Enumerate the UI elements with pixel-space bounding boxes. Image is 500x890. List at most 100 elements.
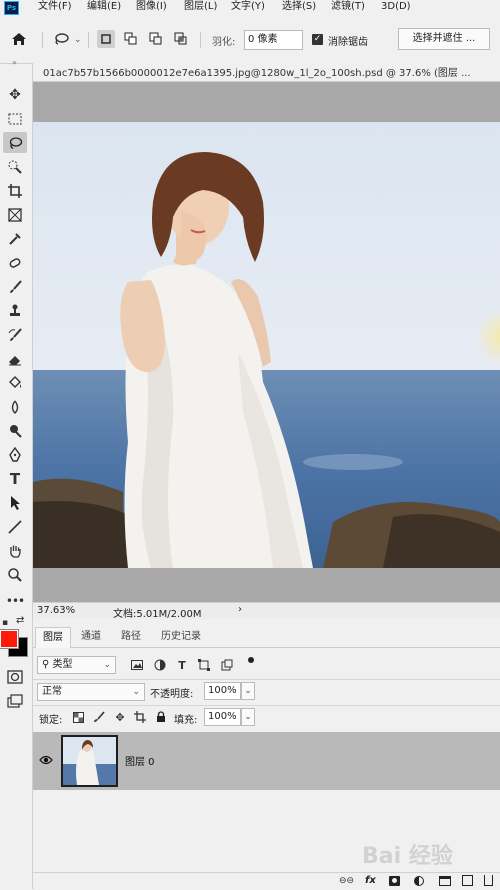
options-bar: ⌄ 羽化: 0 像素 ✓ 消除锯齿 选择并遮住 ... (0, 16, 500, 64)
type-tool-icon[interactable]: T (3, 468, 27, 489)
layer-name[interactable]: 图层 0 (125, 753, 155, 768)
paint-bucket-tool-icon[interactable] (3, 372, 27, 393)
opacity-label: 不透明度: (150, 689, 194, 700)
blur-tool-icon[interactable] (3, 396, 27, 417)
history-brush-tool-icon[interactable] (3, 324, 27, 345)
layer-row[interactable]: 图层 0 (33, 732, 500, 790)
home-icon[interactable] (10, 30, 28, 48)
foreground-color-swatch[interactable] (0, 629, 19, 649)
filter-smart-objects-icon[interactable] (220, 658, 234, 672)
new-selection-icon[interactable] (97, 30, 115, 48)
new-group-icon[interactable] (439, 876, 451, 886)
fill-input[interactable]: 100% (204, 708, 241, 726)
feather-label: 羽化: (212, 37, 236, 48)
baidu-jingyan-watermark: Bai 经验 (362, 844, 453, 869)
menu-image[interactable]: 图像(I) (136, 0, 167, 14)
screen-mode-icon[interactable] (3, 690, 27, 711)
filter-type-layers-icon[interactable]: T (175, 658, 189, 672)
layer-thumbnail[interactable] (61, 735, 118, 787)
menu-type[interactable]: 文字(Y) (231, 0, 265, 14)
hand-tool-icon[interactable] (3, 540, 27, 561)
subtract-from-selection-icon[interactable] (147, 30, 165, 48)
new-layer-icon[interactable] (462, 875, 473, 886)
frame-tool-icon[interactable] (3, 204, 27, 225)
zoom-tool-icon[interactable] (3, 564, 27, 585)
divider (33, 679, 500, 680)
more-tools-icon[interactable]: ••• (3, 590, 27, 611)
lock-artboard-icon[interactable] (133, 710, 147, 724)
default-colors-icon[interactable]: ▪ (2, 618, 8, 628)
tab-layers[interactable]: 图层 (35, 627, 71, 648)
zoom-level[interactable]: 37.63% (37, 605, 75, 616)
canvas-area[interactable] (33, 82, 500, 602)
opacity-slider-toggle[interactable]: ⌄ (241, 682, 255, 700)
quick-mask-icon[interactable] (3, 666, 27, 687)
preset-dropdown-arrow-icon[interactable]: ⌄ (74, 35, 82, 45)
tab-channels[interactable]: 通道 (74, 627, 108, 647)
document-tab[interactable]: 01ac7b57b1566b0000012e7e6a1395.jpg@1280w… (43, 64, 498, 79)
status-menu-arrow-icon[interactable]: › (238, 604, 242, 615)
link-layers-icon[interactable]: ⊖⊖ (339, 876, 354, 886)
dodge-tool-icon[interactable] (3, 420, 27, 441)
line-tool-icon[interactable] (3, 516, 27, 537)
delete-layer-icon[interactable] (484, 875, 493, 886)
lock-label: 锁定: (39, 715, 63, 726)
search-icon: ⚲ (42, 659, 50, 670)
menu-select[interactable]: 选择(S) (282, 0, 316, 14)
divider (33, 705, 500, 706)
fill-slider-toggle[interactable]: ⌄ (241, 708, 255, 726)
blend-mode-value: 正常 (42, 686, 62, 697)
menu-bar: Ps 文件(F) 编辑(E) 图像(I) 图层(L) 文字(Y) 选择(S) 滤… (0, 0, 500, 16)
quick-selection-tool-icon[interactable] (3, 156, 27, 177)
brush-tool-icon[interactable] (3, 276, 27, 297)
lock-position-icon[interactable]: ✥ (113, 710, 127, 724)
pen-tool-icon[interactable] (3, 444, 27, 465)
clone-stamp-tool-icon[interactable] (3, 300, 27, 321)
path-selection-tool-icon[interactable] (3, 492, 27, 513)
document-size-info: 文档:5.01M/2.00M (113, 609, 202, 620)
antialias-checkbox[interactable]: ✓ (312, 34, 323, 45)
filter-pixel-layers-icon[interactable] (130, 658, 144, 672)
layer-filter-label: 类型 (52, 659, 73, 670)
lock-transparent-pixels-icon[interactable] (71, 710, 85, 724)
lasso-tool-icon[interactable] (3, 132, 27, 153)
feather-input[interactable]: 0 像素 (244, 30, 303, 50)
tab-history[interactable]: 历史记录 (154, 627, 208, 647)
healing-brush-tool-icon[interactable] (3, 252, 27, 273)
menu-3d[interactable]: 3D(D) (381, 0, 411, 14)
filter-shape-layers-icon[interactable] (197, 658, 211, 672)
opacity-input[interactable]: 100% (204, 682, 241, 700)
eraser-tool-icon[interactable] (3, 348, 27, 369)
divider (33, 647, 500, 648)
menu-layer[interactable]: 图层(L) (184, 0, 217, 14)
eyedropper-tool-icon[interactable] (3, 228, 27, 249)
marquee-tool-icon[interactable] (3, 108, 27, 129)
document-image[interactable] (33, 122, 500, 568)
menu-edit[interactable]: 编辑(E) (87, 0, 121, 14)
layer-style-fx-icon[interactable]: fx (365, 875, 376, 886)
filter-adjustment-layers-icon[interactable] (153, 658, 167, 672)
tab-paths[interactable]: 路径 (114, 627, 148, 647)
fill-label: 填充: (174, 715, 198, 726)
chevron-down-icon: ⌄ (244, 686, 252, 696)
filter-toggle-icon[interactable] (248, 657, 254, 663)
menu-file[interactable]: 文件(F) (38, 0, 72, 14)
adjustment-layer-icon[interactable] (414, 876, 424, 886)
intersect-selection-icon[interactable] (172, 30, 190, 48)
add-to-selection-icon[interactable] (122, 30, 140, 48)
lock-image-pixels-icon[interactable] (92, 710, 106, 724)
layer-filter-dropdown[interactable]: ⚲ 类型 ⌄ (37, 656, 116, 674)
move-tool-icon[interactable]: ✥ (3, 84, 27, 105)
select-and-mask-button[interactable]: 选择并遮住 ... (398, 28, 490, 50)
blend-mode-dropdown[interactable]: 正常 ⌄ (37, 683, 145, 701)
chevron-down-icon: ⌄ (103, 660, 111, 670)
menu-filter[interactable]: 滤镜(T) (331, 0, 365, 14)
divider (42, 32, 43, 48)
panel-collapse-icon[interactable]: » (12, 58, 17, 67)
add-mask-icon[interactable] (389, 876, 400, 886)
visibility-eye-icon[interactable] (39, 754, 53, 768)
lock-all-icon[interactable] (154, 710, 168, 724)
lasso-tool-preset-icon[interactable] (52, 30, 70, 48)
crop-tool-icon[interactable] (3, 180, 27, 201)
swap-colors-icon[interactable]: ⇄ (16, 615, 24, 626)
